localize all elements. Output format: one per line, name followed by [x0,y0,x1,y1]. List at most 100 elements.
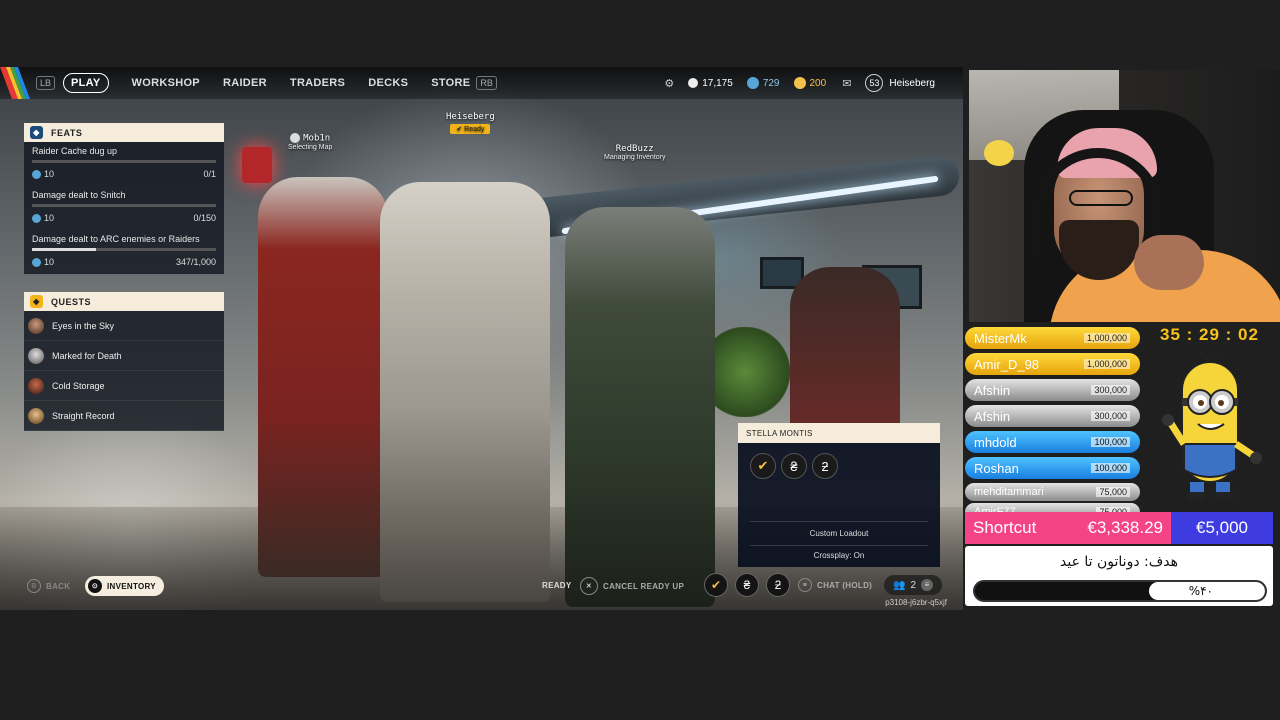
goal-progress-box: هدف: دوناتون تا عید %۴۰ [965,546,1273,606]
donor-row: Afshin 300,000 [965,405,1140,427]
amount-raised: €3,338.29 [1087,518,1163,537]
quest-giver-avatar [28,347,44,364]
rb-key-hint: RB [476,76,497,90]
shield-icon[interactable]: ƻ [812,453,838,479]
quests-header: ◆ QUESTS [24,292,224,311]
currency-bar: ⚙ 17,175 729 200 ✉ 53 Heiseberg [664,74,935,92]
shortcut-title: Shortcut [973,518,1037,537]
feat-progress-bar [32,160,216,163]
webcam-feed [969,70,1280,322]
menu-icon: ≡ [921,579,933,591]
settings-icon[interactable]: ⚙ [664,77,674,90]
nav-decks[interactable]: DECKS [368,77,408,89]
blue-token-icon [746,77,759,89]
npc-background [790,267,900,437]
top-navigation: LB PLAY WORKSHOP RAIDER TRADERS DECKS ST… [0,67,963,99]
feat-item[interactable]: Raider Cache dug up 10 0/1 [24,142,224,186]
inventory-button[interactable]: ⊙ INVENTORY [85,576,164,596]
donor-row: mhdold 100,000 [965,431,1140,453]
crossplay-status[interactable]: Crossplay: On [738,551,940,560]
player-level-badge: 53 [865,74,884,92]
player-name[interactable]: Heiseberg [889,78,935,89]
feat-progress-bar [32,248,216,251]
donor-name: Amir_D_98 [974,356,1040,372]
donation-leaderboard: MisterMk 1,000,000 Amir_D_98 1,000,000 Afshi… [965,327,1140,523]
gold-token-icon [793,77,806,89]
nav-workshop[interactable]: WORKSHOP [132,77,200,89]
goal-percent-label: %۴۰ [1188,584,1213,598]
token-icon [32,213,41,223]
party-member-tag: Heiseberg ✔ Ready [446,112,495,134]
mail-icon[interactable]: ✉ [842,77,851,90]
currency-blue: 729 [746,77,780,89]
stream-layout: LB PLAY WORKSHOP RAIDER TRADERS DECKS ST… [0,0,1280,720]
check-loadout-icon[interactable]: ✔ [750,453,776,479]
feats-icon: ◆ [30,126,43,139]
donor-name: mehditammari [974,486,1044,498]
custom-loadout-label[interactable]: Custom Loadout [738,529,940,538]
controller-icon [290,133,301,143]
donor-amount: 100,000 [1091,437,1130,447]
feat-item[interactable]: Damage dealt to ARC enemies or Raiders 1… [24,230,224,274]
raider-white-suit [380,182,550,602]
chat-button[interactable]: ≡ CHAT (HOLD) [798,578,872,592]
donor-row: Amir_D_98 1,000,000 [965,353,1140,375]
shield-icon[interactable]: ƻ [766,573,790,597]
check-loadout-icon[interactable]: ✔ [704,573,728,597]
minion-mascot-icon [1162,352,1262,500]
quest-item[interactable]: Straight Record [24,401,224,431]
quest-item[interactable]: Marked for Death [24,341,224,371]
b-button-icon: B [27,579,41,593]
donor-row: mehditammari 75,000 [965,483,1140,501]
donor-name: mhdold [974,434,1017,450]
nav-raider[interactable]: RAIDER [223,77,267,89]
quest-giver-avatar [28,317,44,334]
plush-toy [984,140,1014,166]
inventory-icon: ⊙ [88,579,102,593]
nav-play[interactable]: PLAY [63,73,109,93]
token-icon [32,169,41,179]
ready-button[interactable]: READY [542,581,572,590]
quest-item[interactable]: Eyes in the Sky [24,311,224,341]
quest-giver-avatar [28,407,44,424]
raider-green-armor [565,207,715,607]
quests-panel: ◆ QUESTS Eyes in the Sky Marked for Deat… [24,292,224,431]
currency-gold: 200 [793,77,826,89]
nav-store[interactable]: STORE [431,77,470,89]
back-button[interactable]: B BACK [27,579,70,593]
chat-icon: ≡ [798,578,812,592]
token-icon [32,257,41,267]
party-size-indicator[interactable]: 👥 2 ≡ [884,575,942,595]
nav-traders[interactable]: TRADERS [290,77,345,89]
donor-amount: 300,000 [1091,411,1130,421]
donor-name: MisterMk [974,330,1027,346]
raider-red-suit [258,177,388,577]
donor-name: Roshan [974,460,1019,476]
goal-progress-track: %۴۰ [973,580,1267,602]
map-loadout-panel: STELLA MONTIS ✔ ₴ ƻ Custom Loadout Cross… [738,423,940,567]
goal-title: هدف: دوناتون تا عید [1060,554,1178,570]
feats-header: ◆ FEATS [24,123,224,142]
map-name: STELLA MONTIS [738,423,940,443]
donor-row: Afshin 300,000 [965,379,1140,401]
feat-progress-bar [32,204,216,207]
coins-icon [688,78,699,88]
ready-badge: ✔ Ready [450,124,491,134]
quest-item[interactable]: Cold Storage [24,371,224,401]
feats-panel: ◆ FEATS Raider Cache dug up 10 0/1 Damag… [24,123,224,274]
augment-icon[interactable]: ₴ [735,573,759,597]
brand-stripes-icon [0,67,30,99]
donor-amount: 75,000 [1096,487,1130,497]
party-member-tag: Mob1n Selecting Map [288,133,333,151]
feat-item[interactable]: Damage dealt to Snitch 10 0/150 [24,186,224,230]
augment-icon[interactable]: ₴ [781,453,807,479]
donor-amount: 1,000,000 [1083,359,1130,369]
party-member-tag: RedBuzz Managing Inventory [604,144,666,161]
donation-goal-bar: Shortcut €3,338.29 €5,000 [965,512,1273,544]
game-view: LB PLAY WORKSHOP RAIDER TRADERS DECKS ST… [0,67,963,610]
subathon-timer: 35 : 29 : 02 [1160,325,1259,344]
donor-amount: 100,000 [1091,463,1130,473]
party-icon: 👥 [892,579,906,591]
cancel-ready-button[interactable]: ✕ CANCEL READY UP [580,577,684,595]
goal-amount: €5,000 [1196,518,1248,537]
